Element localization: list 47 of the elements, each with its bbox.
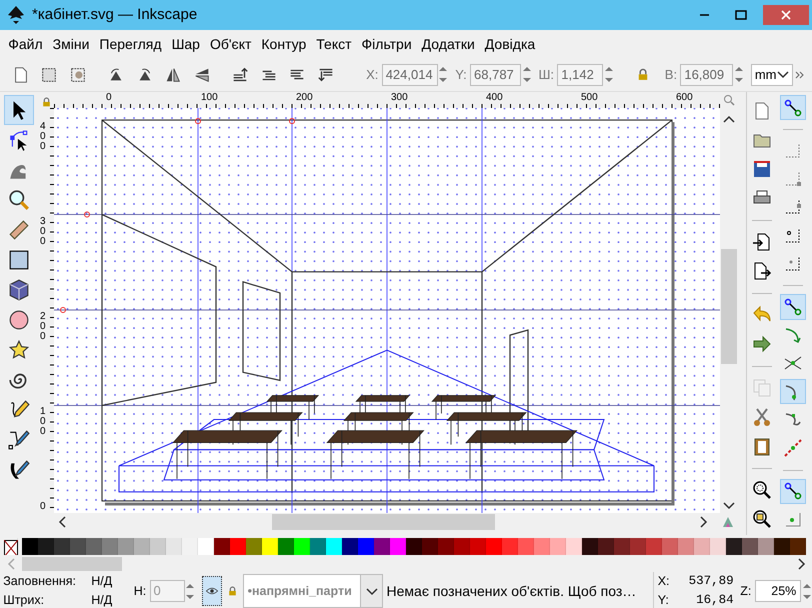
number-field[interactable]: 68,787	[470, 64, 522, 86]
stroke-label: Штрих:	[3, 592, 46, 608]
menu-item[interactable]: Довідка	[480, 34, 540, 54]
menu-item[interactable]: Шар	[166, 34, 205, 54]
ruler-label: 100	[40, 407, 47, 437]
ruler-label: 500	[581, 93, 598, 103]
ruler-label: 300	[391, 93, 408, 103]
opacity-label: H:	[134, 582, 146, 600]
menu-item[interactable]: Файл	[3, 34, 48, 54]
ruler-label: 400	[40, 122, 47, 152]
menu-item[interactable]: Зміни	[48, 34, 94, 54]
ruler-label: 100	[201, 93, 218, 103]
field-label: Y:	[455, 66, 467, 84]
menu-item[interactable]: Фільтри	[356, 34, 417, 54]
unit-dropdown[interactable]: mm	[750, 64, 793, 86]
ruler-label: 0	[106, 93, 112, 103]
layer-name: •напрямні_парти	[248, 582, 353, 600]
ruler-label: 600	[676, 93, 693, 103]
layer-dropdown[interactable]: •напрямні_парти	[243, 574, 384, 608]
fill-value: Н/Д	[91, 573, 114, 590]
ruler-label: 200	[296, 93, 313, 103]
menu-item[interactable]: Об'єкт	[204, 34, 256, 54]
cursor-x-value: 537,89	[688, 573, 734, 590]
number-field[interactable]: 16,809	[680, 64, 734, 86]
field-label: Ш:	[538, 66, 554, 84]
status-message: Немає позначених об'єктів. Щоб поз…	[386, 582, 638, 601]
field-label: X:	[366, 66, 378, 84]
number-field[interactable]: 1,142	[557, 64, 604, 86]
field-label: В:	[664, 66, 678, 84]
menu-item[interactable]: Перегляд	[94, 34, 167, 54]
window-title: *кабінет.svg — Inkscape	[32, 4, 198, 25]
ruler-label: 400	[486, 93, 503, 103]
ruler-label: 200	[40, 312, 47, 342]
ruler-label: 300	[40, 217, 47, 247]
zoom-label: Z:	[740, 582, 752, 600]
cursor-x-label: X:	[658, 573, 670, 590]
stroke-value: Н/Д	[91, 592, 114, 608]
ruler-label: 0	[40, 502, 47, 512]
menu-item[interactable]: Контур	[256, 34, 312, 54]
cursor-y-value: 16,84	[695, 592, 734, 608]
cursor-y-label: Y:	[658, 592, 670, 608]
unit-value: mm	[754, 66, 777, 84]
number-field[interactable]: 424,014	[382, 64, 438, 86]
fill-label: Заповнення:	[3, 573, 78, 590]
zoom-field[interactable]: 25%	[754, 580, 802, 602]
menu-item[interactable]: Текст	[311, 34, 357, 54]
menu-item[interactable]: Додатки	[416, 34, 480, 54]
